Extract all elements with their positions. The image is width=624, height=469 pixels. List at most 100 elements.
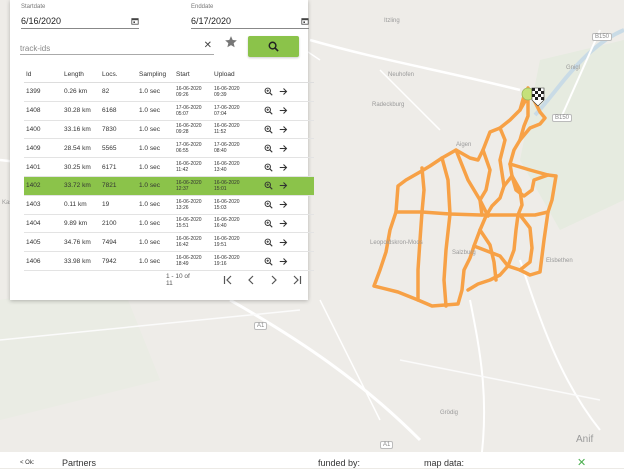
close-icon[interactable]: ✕ <box>577 456 586 469</box>
cell-locs: 7830 <box>100 120 137 140</box>
end-date-field[interactable]: Enddate 6/17/2020 <box>191 4 309 29</box>
arrow-right-icon[interactable] <box>279 144 288 153</box>
zoom-in-icon[interactable] <box>264 144 273 153</box>
cell-upload-time: 15:01 <box>214 185 227 192</box>
cell-upload: 16-06-2020 19:16 <box>212 251 262 271</box>
map-label: Neuhofen <box>388 72 415 78</box>
cell-start-time: 06:55 <box>176 148 189 155</box>
map-label: Anif <box>576 434 594 445</box>
cell-length: 9.89 km <box>62 214 100 234</box>
cell-start-time: 09:26 <box>176 91 189 98</box>
next-page-button[interactable] <box>262 273 285 287</box>
road-badge: A1 <box>254 322 268 330</box>
cell-sampling: 1.0 sec <box>137 251 174 271</box>
tracks-table: Id Length Locs. Sampling Start Upload 13… <box>24 66 314 271</box>
prev-page-button[interactable] <box>240 273 263 287</box>
next-page-icon <box>271 275 277 285</box>
funded-by-label: funded by: <box>318 458 361 468</box>
start-date-field[interactable]: Startdate 6/16/2020 <box>21 4 139 29</box>
column-header-sampling[interactable]: Sampling <box>137 66 174 83</box>
first-page-button[interactable] <box>217 273 240 287</box>
cell-upload-time: 08:40 <box>214 148 227 155</box>
cell-id: 1409 <box>24 138 62 159</box>
table-row[interactable]: 1403 0.11 km 19 1.0 sec 16-06-2020 13:26 16-06… <box>24 195 314 215</box>
zoom-in-icon[interactable] <box>264 181 273 191</box>
cell-locs: 5565 <box>100 138 137 159</box>
cell-locs: 7494 <box>100 232 137 253</box>
arrow-right-icon[interactable] <box>279 238 288 247</box>
arrow-right-icon[interactable] <box>279 200 288 209</box>
road-badge: A1 <box>380 441 394 449</box>
table-row[interactable]: 1400 33.16 km 7830 1.0 sec 16-06-2020 09:28 16… <box>24 120 314 140</box>
table-row[interactable]: 1409 28.54 km 5565 1.0 sec 17-06-2020 06:55 17… <box>24 138 314 159</box>
start-date-value[interactable]: 6/16/2020 <box>21 16 61 26</box>
column-header-locs[interactable]: Locs. <box>100 66 137 83</box>
zoom-in-icon[interactable] <box>264 200 273 209</box>
zoom-in-icon[interactable] <box>264 87 273 97</box>
cell-start-time: 13:26 <box>176 204 189 211</box>
column-header-actions <box>262 66 314 83</box>
column-header-length[interactable]: Length <box>62 66 100 83</box>
last-page-button[interactable] <box>285 273 308 287</box>
cell-start: 16-06-2020 09:28 <box>174 120 212 140</box>
start-date-label: Startdate <box>21 4 46 10</box>
zoom-in-icon[interactable] <box>264 106 273 115</box>
cell-actions <box>262 195 314 215</box>
cell-start-time: 18:49 <box>176 261 189 268</box>
cell-start-time: 05:07 <box>176 110 189 117</box>
table-row[interactable]: 1404 9.89 km 2100 1.0 sec 16-06-2020 15:51 16-… <box>24 214 314 234</box>
map-label: Elsbethen <box>546 258 573 264</box>
table-row[interactable]: 1402 33.72 km 7821 1.0 sec 16-06-2020 12:37 16… <box>24 176 314 196</box>
calendar-icon[interactable] <box>301 17 309 25</box>
table-row[interactable]: 1405 34.76 km 7494 1.0 sec 16-06-2020 16:42 16… <box>24 232 314 253</box>
table-row[interactable]: 1408 30.28 km 6168 1.0 sec 17-06-2020 05:07 17… <box>24 101 314 121</box>
cell-id: 1401 <box>24 157 62 177</box>
prev-page-icon <box>248 275 254 285</box>
cell-sampling: 1.0 sec <box>137 82 174 102</box>
cell-sampling: 1.0 sec <box>137 157 174 177</box>
close-icon[interactable]: ✕ <box>204 40 212 51</box>
cell-locs: 6168 <box>100 101 137 121</box>
map-data-label: map data: <box>424 458 465 468</box>
calendar-icon[interactable] <box>131 17 139 25</box>
cell-locs: 2100 <box>100 214 137 234</box>
cell-id: 1403 <box>24 195 62 215</box>
arrow-right-icon[interactable] <box>279 163 288 172</box>
star-icon[interactable] <box>224 35 238 49</box>
zoom-in-icon[interactable] <box>264 257 273 266</box>
cell-length: 33.72 km <box>62 176 100 196</box>
cell-upload: 16-06-2020 11:52 <box>212 120 262 140</box>
search-button[interactable] <box>248 36 299 57</box>
cell-locs: 6171 <box>100 157 137 177</box>
zoom-in-icon[interactable] <box>264 125 273 134</box>
column-header-id[interactable]: Id <box>24 66 62 83</box>
track-id-search-input[interactable] <box>20 41 190 56</box>
cell-id: 1404 <box>24 214 62 234</box>
arrow-right-icon[interactable] <box>279 219 288 228</box>
cell-upload: 16-06-2020 09:39 <box>212 82 262 102</box>
zoom-in-icon[interactable] <box>264 163 273 172</box>
zoom-in-icon[interactable] <box>264 219 273 228</box>
arrow-right-icon[interactable] <box>279 125 288 134</box>
arrow-right-icon[interactable] <box>279 257 288 266</box>
cell-upload: 16-06-2020 13:40 <box>212 157 262 177</box>
map-label: Radeckburg <box>372 102 405 108</box>
map-label: Grödig <box>440 410 459 416</box>
table-row[interactable]: 1401 30.25 km 6171 1.0 sec 16-06-2020 11:42 16… <box>24 157 314 177</box>
column-header-start[interactable]: Start <box>174 66 212 83</box>
cell-start-time: 09:28 <box>176 129 189 136</box>
arrow-right-icon[interactable] <box>279 181 288 190</box>
zoom-in-icon[interactable] <box>264 238 273 247</box>
arrow-right-icon[interactable] <box>279 106 288 115</box>
cell-upload-time: 11:52 <box>214 129 227 136</box>
table-row[interactable]: 1399 0.26 km 82 1.0 sec 16-06-2020 09:26 16-06… <box>24 82 314 102</box>
cell-sampling: 1.0 sec <box>137 232 174 253</box>
cell-length: 30.28 km <box>62 101 100 121</box>
cell-id: 1405 <box>24 232 62 253</box>
map-label: Aigen <box>456 142 472 148</box>
arrow-right-icon[interactable] <box>279 87 288 96</box>
column-header-upload[interactable]: Upload <box>212 66 262 83</box>
table-row[interactable]: 1406 33.98 km 7942 1.0 sec 16-06-2020 18:49 16… <box>24 251 314 271</box>
end-date-value[interactable]: 6/17/2020 <box>191 16 231 26</box>
map-label: Gnigl <box>566 65 581 71</box>
